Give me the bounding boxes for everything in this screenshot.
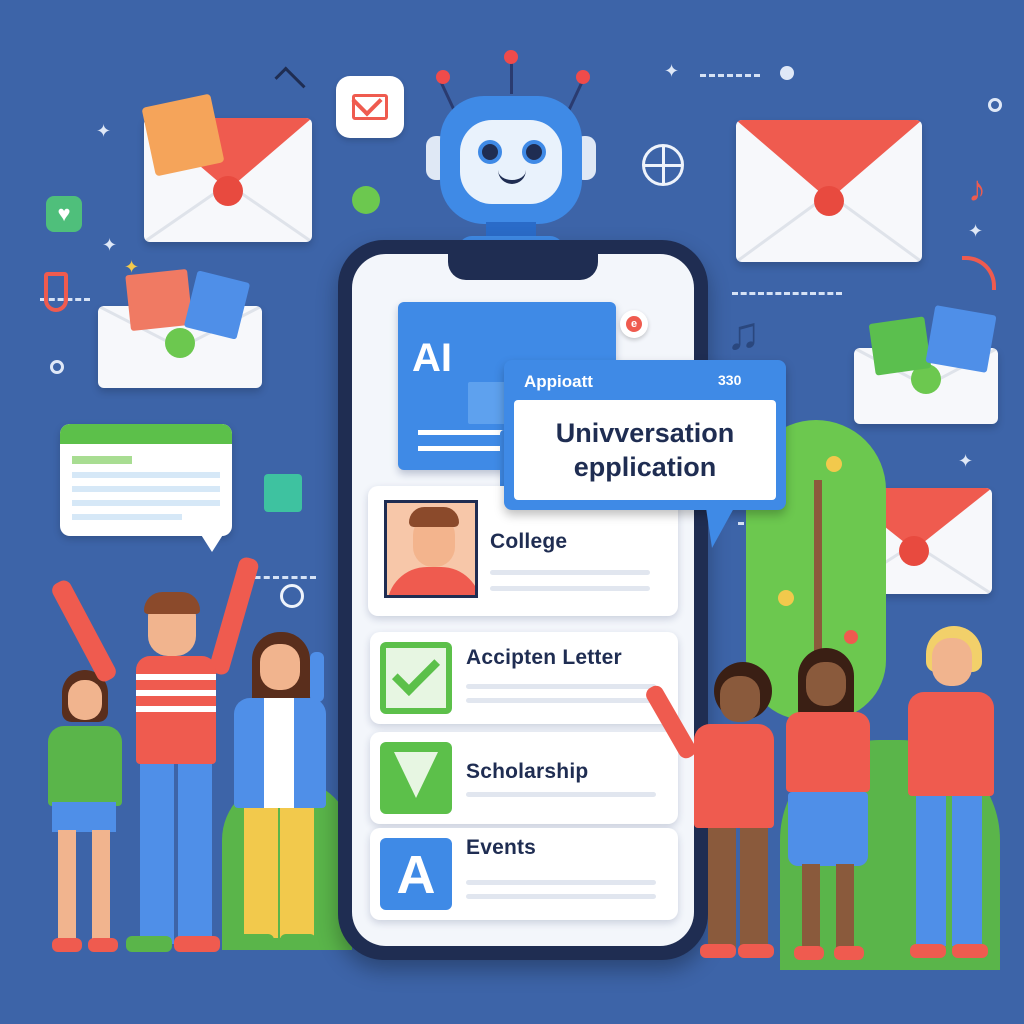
list-item-label: Events (466, 836, 537, 859)
letter-paper-icon (925, 305, 997, 373)
heart-icon: ♥ (46, 196, 82, 232)
music-note-icon: ♫ (726, 307, 761, 359)
placeholder-line (466, 698, 656, 703)
dot (780, 66, 794, 80)
sparkle: ✦ (664, 61, 680, 81)
ai-card-title: AI (412, 336, 452, 380)
placeholder-line (490, 586, 650, 591)
phone-notch (448, 254, 598, 280)
letter-paper-icon (868, 316, 932, 376)
person-illustration (778, 648, 878, 964)
sparkle: ✦ (958, 451, 974, 471)
ring-dot (988, 98, 1002, 112)
wifi-icon (962, 256, 996, 290)
placeholder-line (466, 894, 656, 899)
letter-paper-icon (141, 93, 225, 177)
list-item-acceptance-letter[interactable]: Accipten Letter (370, 632, 678, 724)
crosshair-icon (280, 584, 304, 608)
mail-bubble-icon (336, 76, 404, 138)
sparkle: ✦ (102, 235, 118, 255)
notification-badge[interactable]: e (620, 310, 648, 338)
popup-tag: Appioatt (524, 372, 593, 391)
chart-tile-icon (264, 474, 302, 512)
list-item-label: Scholarship (466, 760, 589, 783)
list-item-label: Accipten Letter (466, 646, 622, 669)
letter-a-tile-icon: A (380, 838, 452, 910)
person-illustration (643, 662, 774, 962)
person-illustration (49, 555, 261, 956)
ring-dot (50, 360, 64, 374)
list-item-scholarship[interactable]: Scholarship (370, 732, 678, 824)
application-popup[interactable]: Appioatt 330 Univversation epplication (504, 360, 786, 548)
shield-icon (44, 272, 68, 312)
popup-tag-number: 330 (718, 372, 742, 388)
envelope-icon (736, 120, 922, 262)
popup-tail (706, 508, 734, 548)
phone-screen: AI e College Accipten Letter Scholarship… (352, 254, 694, 946)
person-illustration (896, 626, 1000, 964)
sticker-icon (352, 186, 380, 214)
popup-title-line1: Univversation (555, 418, 735, 448)
dashed-line (732, 292, 842, 295)
student-avatar-icon (384, 500, 478, 598)
crosshair-icon (642, 144, 684, 186)
letter-paper-icon (125, 268, 193, 332)
check-tile-icon (380, 642, 452, 714)
placeholder-line (466, 792, 656, 797)
list-item-label: College (490, 530, 568, 553)
smartphone: AI e College Accipten Letter Scholarship… (338, 240, 708, 960)
person-illustration (230, 632, 340, 958)
music-note-icon: ♪ (968, 168, 986, 209)
placeholder-line (466, 684, 656, 689)
dashed-line (700, 74, 760, 77)
popup-body: Univversation epplication (514, 400, 776, 500)
popup-title-line2: epplication (573, 452, 717, 482)
sparkle: ✦ (968, 221, 984, 241)
placeholder-line (466, 880, 656, 885)
placeholder-line (490, 570, 650, 575)
sparkle: ✦ (96, 121, 112, 141)
v-check-tile-icon (380, 742, 452, 814)
chat-bubble-icon (60, 424, 232, 552)
list-item-events[interactable]: A Events (370, 828, 678, 920)
chevron-icon (274, 66, 306, 98)
